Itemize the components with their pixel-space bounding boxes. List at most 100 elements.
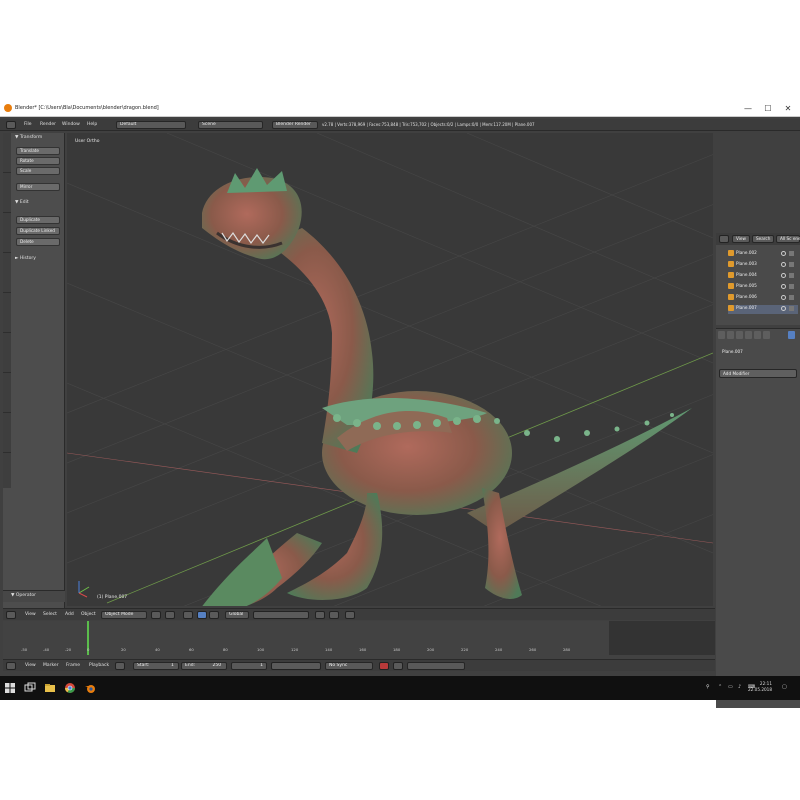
- duplicate-button[interactable]: Duplicate: [16, 216, 60, 224]
- blender-taskbar-icon[interactable]: [84, 682, 96, 694]
- timeline-menu-playback[interactable]: Playback: [89, 663, 109, 668]
- delete-button[interactable]: Delete: [16, 238, 60, 246]
- chrome-icon[interactable]: [64, 682, 76, 694]
- object-tab-icon[interactable]: [754, 331, 761, 339]
- shelf-tab[interactable]: [3, 373, 11, 413]
- keying-set-field[interactable]: [407, 662, 465, 670]
- visibility-eye-icon[interactable]: [781, 273, 786, 278]
- menu-file[interactable]: File: [24, 122, 32, 127]
- history-panel-header[interactable]: ► History: [15, 256, 36, 261]
- dragon-model[interactable]: [197, 168, 692, 606]
- timeline-menu-view[interactable]: View: [25, 663, 36, 668]
- outliner-row-plane-004[interactable]: Plane.004: [728, 272, 798, 281]
- outliner-view-menu[interactable]: View: [732, 235, 750, 243]
- translate-manipulator-icon[interactable]: [197, 611, 207, 619]
- taskbar-clock[interactable]: 22:11 22.05.2018: [748, 681, 772, 693]
- translate-button[interactable]: Translate: [16, 147, 60, 155]
- rotate-button[interactable]: Rotate: [16, 157, 60, 165]
- scene-tab-icon[interactable]: [736, 331, 743, 339]
- windows-start-icon[interactable]: [4, 682, 16, 694]
- pivot-point-icon[interactable]: [165, 611, 175, 619]
- render-camera-icon[interactable]: [789, 306, 794, 311]
- record-keyframe-icon[interactable]: [379, 662, 389, 670]
- edit-panel-header[interactable]: ▼ Edit: [15, 200, 29, 205]
- visibility-eye-icon[interactable]: [781, 306, 786, 311]
- maximize-button[interactable]: ☐: [758, 102, 778, 115]
- viewport-shading-icon[interactable]: [151, 611, 161, 619]
- add-modifier-select[interactable]: Add Modifier: [719, 369, 797, 378]
- outliner-row-plane-006[interactable]: Plane.006: [728, 294, 798, 303]
- interaction-mode-select[interactable]: Object Mode: [101, 611, 147, 619]
- render-layers-tab-icon[interactable]: [727, 331, 734, 339]
- menu-window[interactable]: Window: [62, 122, 80, 127]
- timeline-menu-frame[interactable]: Frame: [66, 663, 80, 668]
- visibility-eye-icon[interactable]: [781, 251, 786, 256]
- shelf-tab[interactable]: [3, 333, 11, 373]
- screen-layout-field[interactable]: Default: [116, 121, 186, 129]
- modifiers-wrench-icon[interactable]: [788, 331, 795, 339]
- minimize-button[interactable]: —: [738, 102, 758, 115]
- outliner-row-plane-002[interactable]: Plane.002: [728, 250, 798, 259]
- render-preview-icon[interactable]: [345, 611, 355, 619]
- shelf-tab[interactable]: [3, 213, 11, 253]
- outliner-row-plane-005[interactable]: Plane.005: [728, 283, 798, 292]
- scale-button[interactable]: Scale: [16, 167, 60, 175]
- timeline[interactable]: -50 -40 -20 0 20 40 60 80 100 120 140 16…: [3, 621, 715, 659]
- render-tab-icon[interactable]: [718, 331, 725, 339]
- file-explorer-icon[interactable]: [44, 682, 56, 694]
- info-editor-type-icon[interactable]: [6, 121, 16, 129]
- visibility-eye-icon[interactable]: [781, 295, 786, 300]
- timeline-menu-marker[interactable]: Marker: [43, 663, 59, 668]
- menu-render[interactable]: Render: [40, 122, 56, 127]
- duplicate-linked-button[interactable]: Duplicate Linked: [16, 227, 60, 235]
- sync-mode-select[interactable]: No Sync: [325, 662, 373, 670]
- end-frame-field[interactable]: End: 250: [181, 662, 227, 670]
- render-camera-icon[interactable]: [789, 295, 794, 300]
- world-tab-icon[interactable]: [745, 331, 752, 339]
- 3d-viewport[interactable]: User Ortho (1) Plane.007: [67, 133, 713, 606]
- menu-select[interactable]: Select: [43, 612, 57, 617]
- visibility-eye-icon[interactable]: [781, 262, 786, 267]
- visibility-eye-icon[interactable]: [781, 284, 786, 289]
- outliner-display-select[interactable]: All Sc ene: [776, 235, 800, 243]
- shelf-tab[interactable]: [3, 253, 11, 293]
- menu-object[interactable]: Object: [81, 612, 96, 617]
- mirror-button[interactable]: Mirror: [16, 183, 60, 191]
- close-button[interactable]: ✕: [778, 102, 798, 115]
- render-camera-icon[interactable]: [789, 284, 794, 289]
- menu-view[interactable]: View: [25, 612, 36, 617]
- render-camera-icon[interactable]: [789, 251, 794, 256]
- layers-grid-icon[interactable]: [253, 611, 309, 619]
- current-frame-field[interactable]: 1: [231, 662, 267, 670]
- 3d-view-editor-type-icon[interactable]: [6, 611, 16, 619]
- task-view-icon[interactable]: [24, 682, 36, 694]
- shelf-tab[interactable]: [3, 173, 11, 213]
- menu-help[interactable]: Help: [87, 122, 97, 127]
- keyframe-icon[interactable]: [393, 662, 403, 670]
- playback-controls-icon[interactable]: [271, 662, 321, 670]
- outliner-row-plane-007[interactable]: Plane.007: [728, 305, 798, 314]
- shelf-tab[interactable]: [3, 133, 11, 173]
- render-camera-icon[interactable]: [789, 262, 794, 267]
- keying-icon[interactable]: [115, 662, 125, 670]
- outliner-row-plane-003[interactable]: Plane.003: [728, 261, 798, 270]
- transform-orientation-select[interactable]: Global: [225, 611, 249, 619]
- tray-person-icon[interactable]: ⚲: [706, 684, 710, 690]
- outliner-search-menu[interactable]: Search: [752, 235, 774, 243]
- transform-panel-header[interactable]: ▼ Transform: [15, 135, 42, 140]
- start-frame-field[interactable]: Start: 1: [133, 662, 179, 670]
- tray-chevron-up-icon[interactable]: ⌃: [718, 684, 722, 690]
- operator-panel-header[interactable]: ▼ Operator: [11, 593, 36, 598]
- shelf-tab[interactable]: [3, 293, 11, 333]
- manipulator-icon[interactable]: [183, 611, 193, 619]
- scene-field[interactable]: Scene: [198, 121, 263, 129]
- render-engine-select[interactable]: Blender Render: [272, 121, 318, 129]
- tray-network-icon[interactable]: ▭: [728, 684, 733, 690]
- menu-add[interactable]: Add: [65, 612, 74, 617]
- render-camera-icon[interactable]: [789, 273, 794, 278]
- snap-icon[interactable]: [329, 611, 339, 619]
- constraints-tab-icon[interactable]: [763, 331, 770, 339]
- proportional-edit-icon[interactable]: [315, 611, 325, 619]
- timeline-editor-type-icon[interactable]: [6, 662, 16, 670]
- rotate-manipulator-icon[interactable]: [209, 611, 219, 619]
